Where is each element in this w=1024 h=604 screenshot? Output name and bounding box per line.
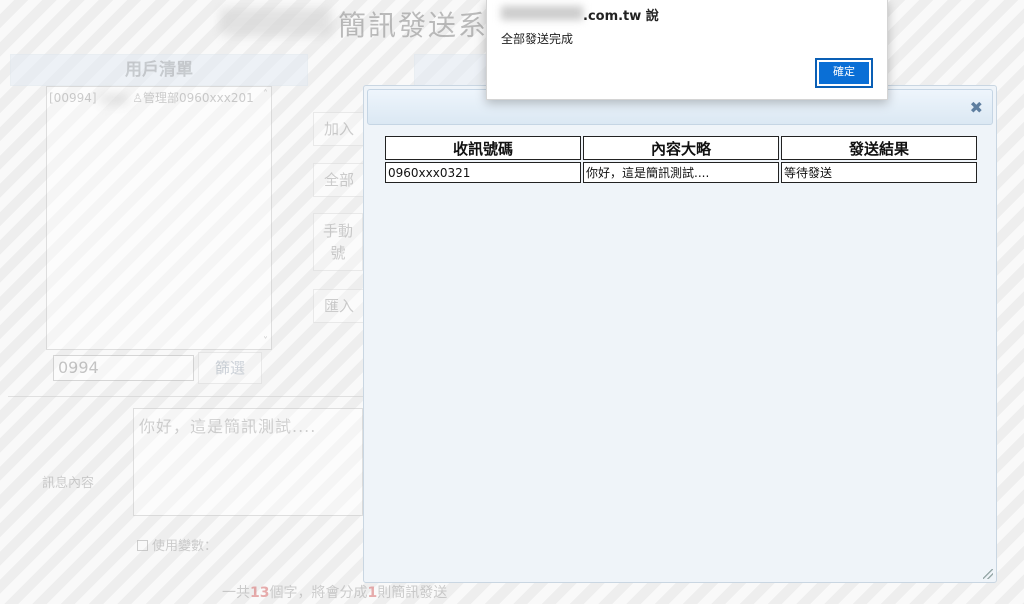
filter-input[interactable]: 0994 xyxy=(53,355,194,381)
user-list[interactable]: [00994] ♙管理部0960xxx201 ˄ ˅ xyxy=(46,86,272,350)
divider xyxy=(8,396,364,397)
column-header-content: 內容大略 xyxy=(583,136,779,160)
select-all-button[interactable]: 全部 xyxy=(313,163,365,197)
alert-ok-button[interactable]: 確定 xyxy=(815,58,873,88)
redacted-origin xyxy=(501,6,583,20)
cell-content: 你好，這是簡訊測試.... xyxy=(583,162,779,183)
redacted-title-prefix xyxy=(220,8,332,36)
user-list-header: 用戶清單 xyxy=(10,54,308,86)
counter-prefix: 一共 xyxy=(222,585,250,601)
character-counter: 一共13個字，將會分成1則簡訊發送 xyxy=(222,582,447,602)
browser-alert: .com.tw 說 全部發送完成 確定 xyxy=(486,0,888,100)
manual-button-line1: 手動 xyxy=(322,222,353,240)
message-label: 訊息內容 xyxy=(42,476,95,491)
list-item[interactable]: [00994] ♙管理部0960xxx201 xyxy=(47,87,271,108)
manual-number-button[interactable]: 手動 號 xyxy=(313,213,363,271)
table-header-row: 收訊號碼 內容大略 發送結果 xyxy=(385,136,977,160)
user-detail: 管理部0960xxx201 xyxy=(142,91,254,105)
counter-mid: 個字，將會分成 xyxy=(269,585,368,601)
sms-count: 1 xyxy=(367,585,378,601)
use-variables-label: 使用變數： xyxy=(152,539,218,554)
cell-number: 0960xxx0321 xyxy=(385,162,581,183)
filter-button[interactable]: 篩選 xyxy=(198,352,262,384)
message-textarea[interactable]: 你好，這是簡訊測試.... xyxy=(133,408,363,516)
user-id: [00994] xyxy=(49,91,97,105)
result-table: 收訊號碼 內容大略 發送結果 0960xxx0321 你好，這是簡訊測試....… xyxy=(383,134,979,185)
checkbox-icon[interactable] xyxy=(137,540,148,551)
send-result-dialog: ✖ 收訊號碼 內容大略 發送結果 0960xxx0321 你好，這是簡訊測試..… xyxy=(363,85,997,583)
scroll-down-icon[interactable]: ˅ xyxy=(263,336,268,347)
right-section-header xyxy=(414,54,488,86)
import-button[interactable]: 匯入 xyxy=(313,289,365,323)
use-variables-checkbox[interactable]: 使用變數： xyxy=(137,535,217,554)
alert-origin: .com.tw 說 xyxy=(583,9,659,24)
cell-result: 等待發送 xyxy=(781,162,977,183)
counter-suffix: 則簡訊發送 xyxy=(377,585,448,601)
page-title: 簡訊發送系 xyxy=(338,9,489,42)
alert-message: 全部發送完成 xyxy=(501,32,574,46)
redacted-user-name xyxy=(100,93,129,104)
user-icon: ♙ xyxy=(132,91,143,105)
add-button[interactable]: 加入 xyxy=(313,112,365,146)
char-count: 13 xyxy=(250,585,270,601)
dialog-body: 收訊號碼 內容大略 發送結果 0960xxx0321 你好，這是簡訊測試....… xyxy=(383,134,978,185)
scroll-up-icon[interactable]: ˄ xyxy=(263,89,268,100)
close-icon[interactable]: ✖ xyxy=(970,98,983,117)
table-row: 0960xxx0321 你好，這是簡訊測試.... 等待發送 xyxy=(385,162,977,183)
column-header-result: 發送結果 xyxy=(781,136,977,160)
manual-button-line2: 號 xyxy=(330,244,346,262)
resize-handle[interactable] xyxy=(983,569,993,579)
column-header-number: 收訊號碼 xyxy=(385,136,581,160)
